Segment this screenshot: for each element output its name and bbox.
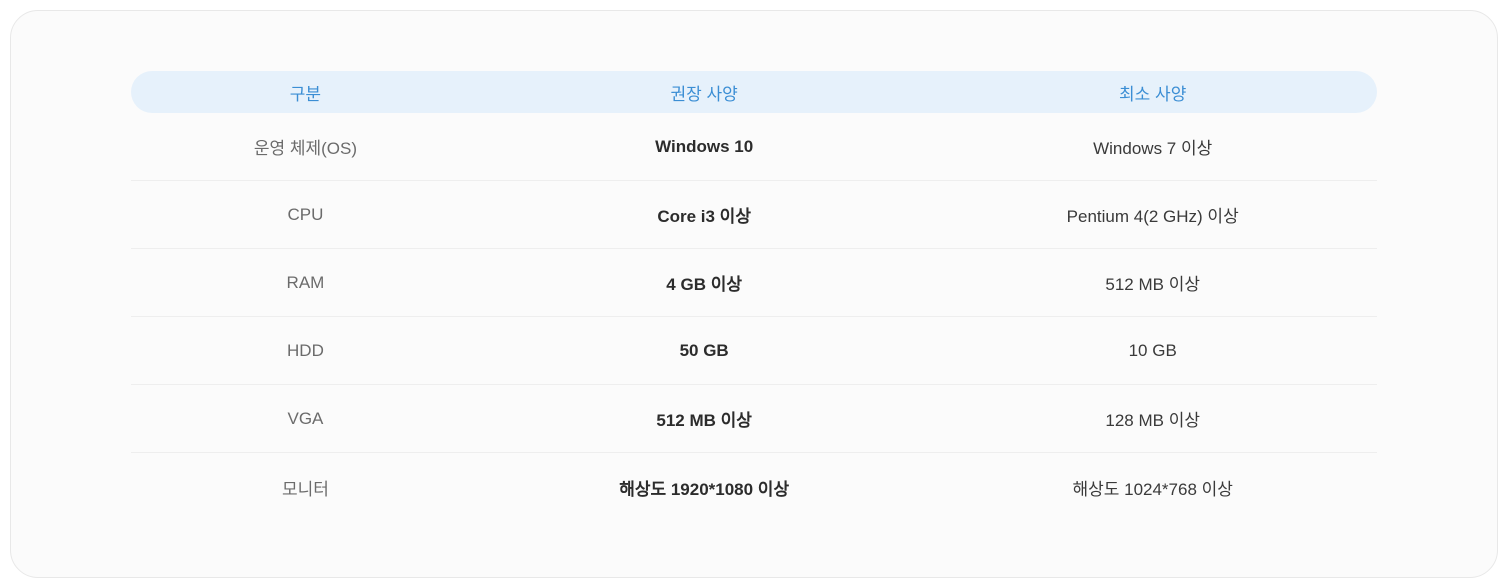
table-row: HDD 50 GB 10 GB [131,317,1377,385]
cell-minimum: 128 MB 이상 [928,406,1377,431]
cell-recommended: 512 MB 이상 [480,406,929,431]
table-row: VGA 512 MB 이상 128 MB 이상 [131,385,1377,453]
header-recommended: 권장 사양 [480,80,929,105]
cell-category: 모니터 [131,475,480,500]
cell-minimum: 해상도 1024*768 이상 [928,475,1377,500]
cell-category: HDD [131,341,480,361]
cell-recommended: 50 GB [480,341,929,361]
table-header-row: 구분 권장 사양 최소 사양 [131,71,1377,113]
cell-category: 운영 체제(OS) [131,134,480,159]
table-row: 운영 체제(OS) Windows 10 Windows 7 이상 [131,113,1377,181]
cell-category: VGA [131,409,480,429]
table-row: RAM 4 GB 이상 512 MB 이상 [131,249,1377,317]
cell-recommended: 해상도 1920*1080 이상 [480,475,929,500]
spec-table: 구분 권장 사양 최소 사양 운영 체제(OS) Windows 10 Wind… [131,71,1377,521]
cell-category: CPU [131,205,480,225]
cell-minimum: Windows 7 이상 [928,134,1377,159]
header-minimum: 최소 사양 [928,80,1377,105]
cell-recommended: Core i3 이상 [480,202,929,227]
spec-card: 구분 권장 사양 최소 사양 운영 체제(OS) Windows 10 Wind… [10,10,1498,578]
cell-minimum: 10 GB [928,341,1377,361]
cell-category: RAM [131,273,480,293]
cell-minimum: 512 MB 이상 [928,270,1377,295]
cell-recommended: 4 GB 이상 [480,270,929,295]
table-row: 모니터 해상도 1920*1080 이상 해상도 1024*768 이상 [131,453,1377,521]
cell-recommended: Windows 10 [480,137,929,157]
cell-minimum: Pentium 4(2 GHz) 이상 [928,202,1377,227]
table-row: CPU Core i3 이상 Pentium 4(2 GHz) 이상 [131,181,1377,249]
header-category: 구분 [131,80,480,105]
